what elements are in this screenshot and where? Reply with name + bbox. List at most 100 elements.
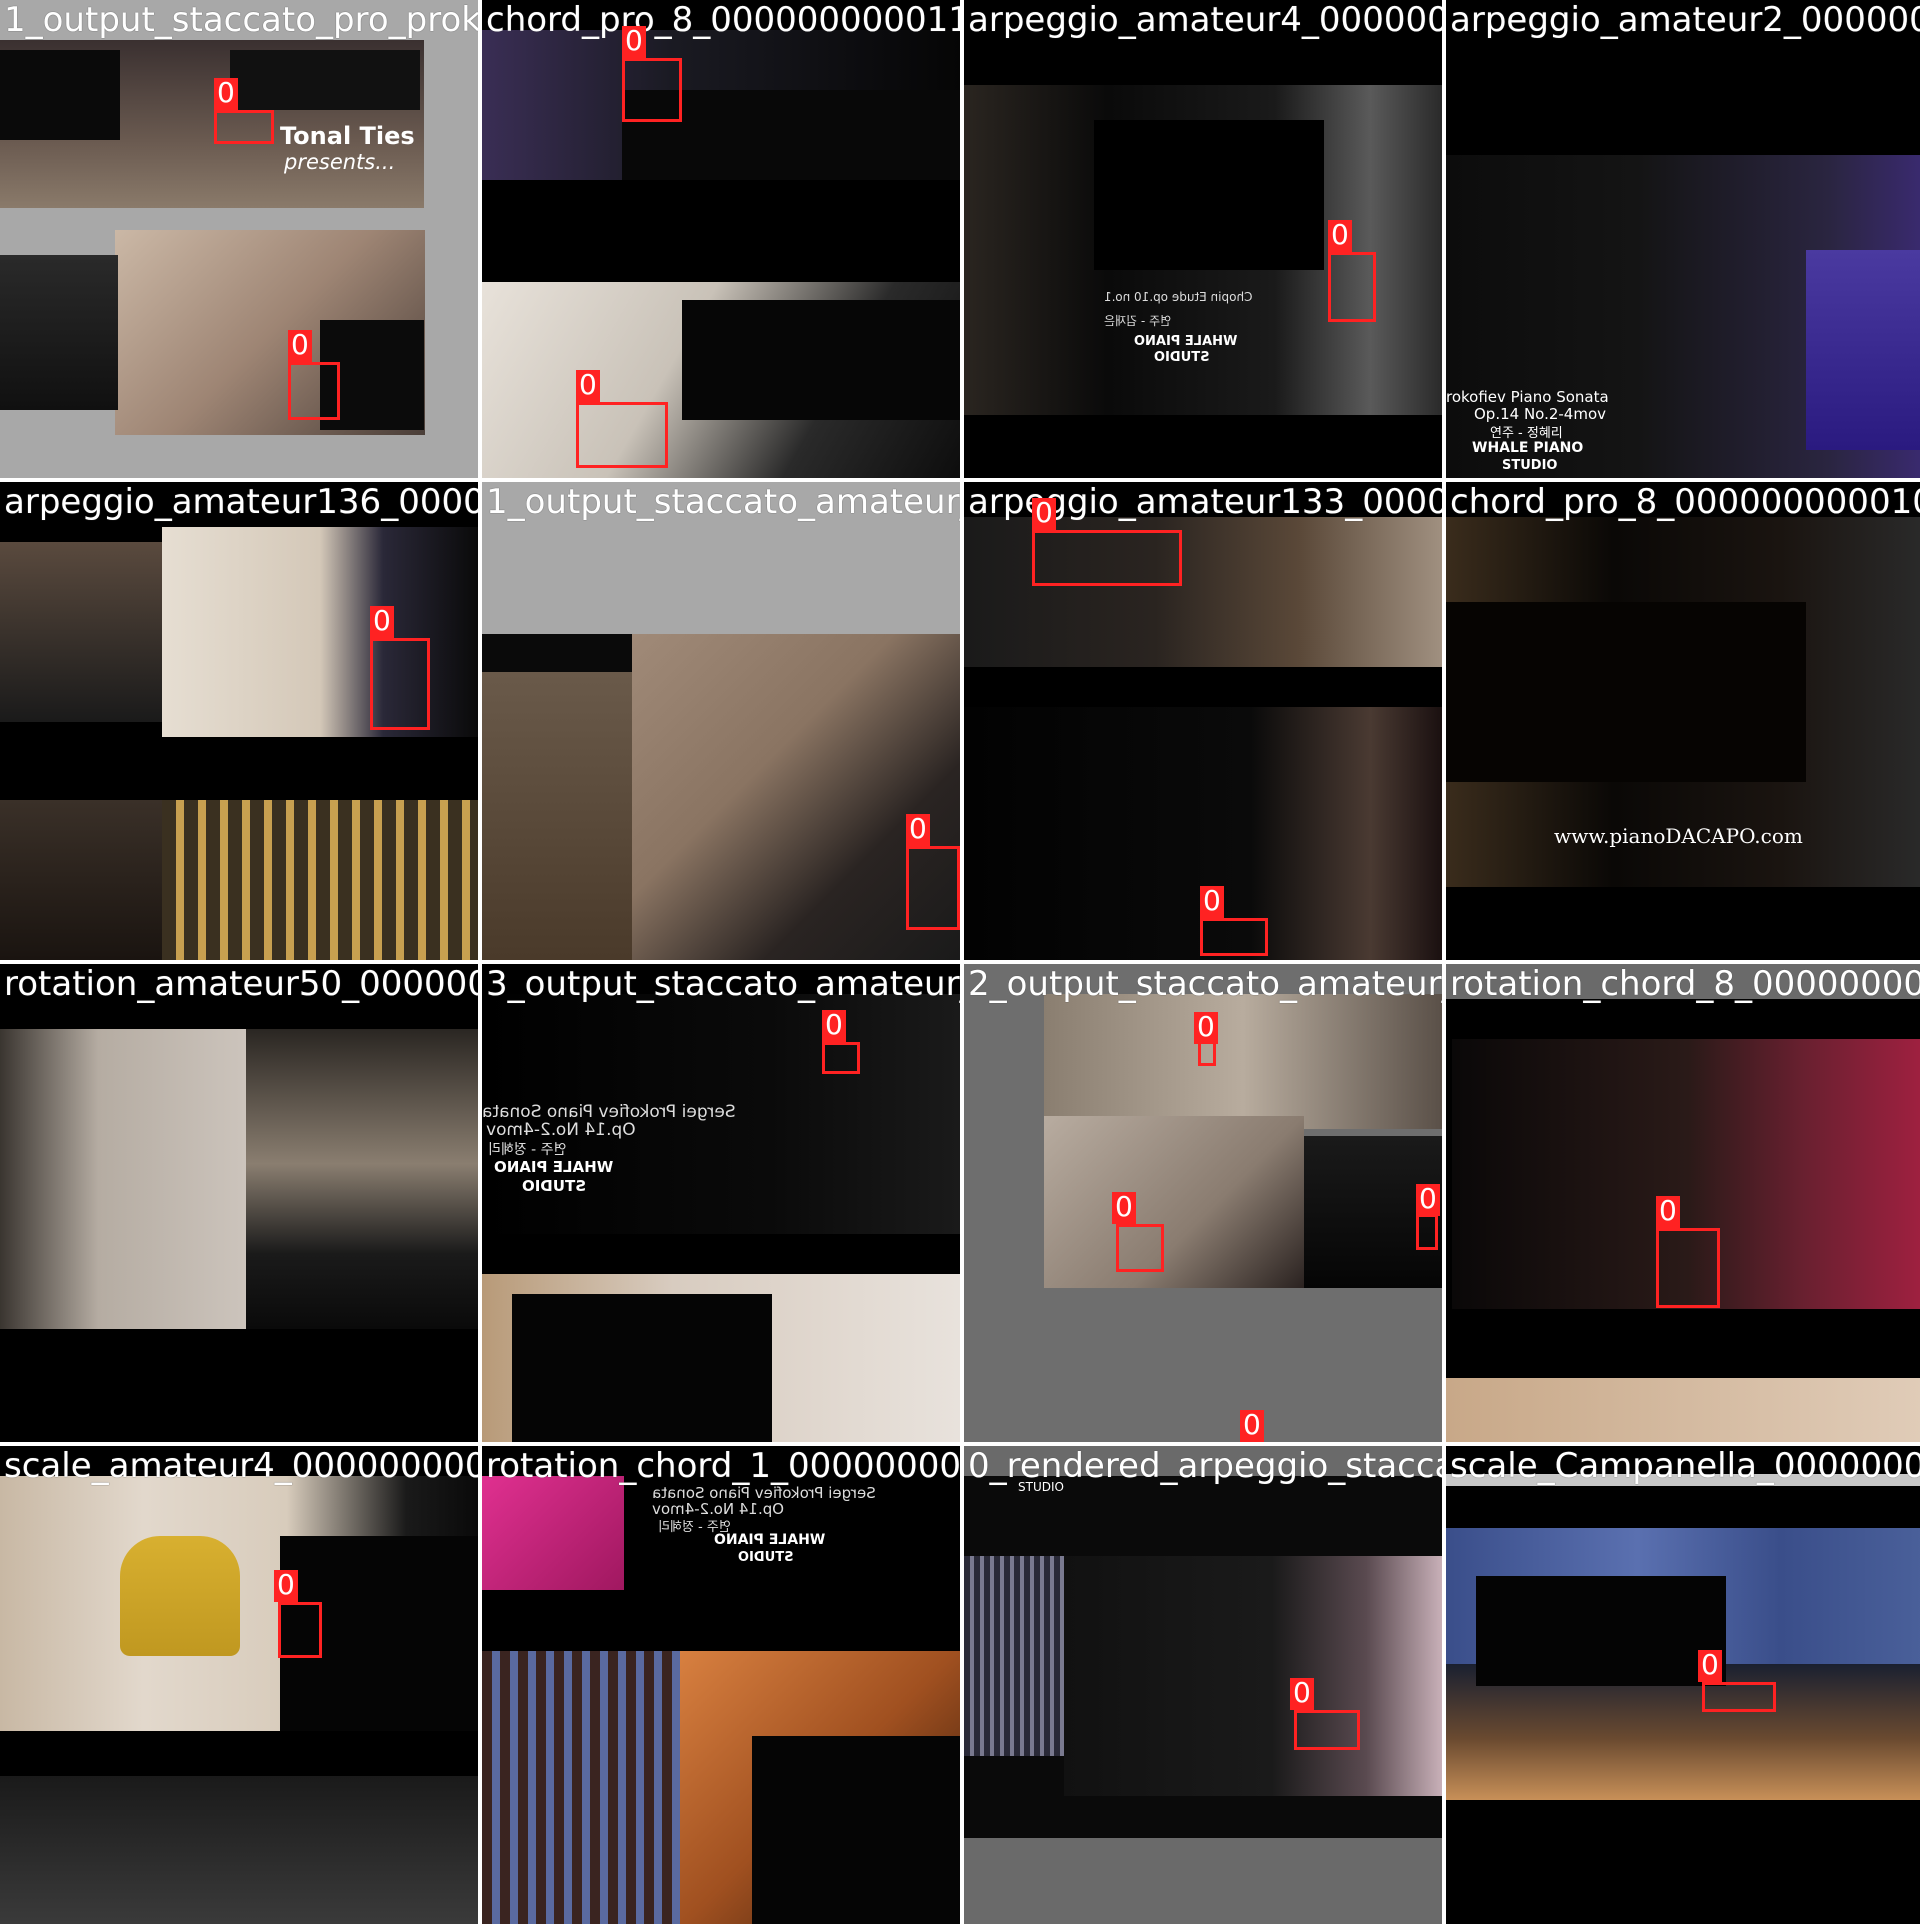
piano-shape — [230, 50, 420, 110]
detection-class-tag: 0 — [1240, 1410, 1264, 1442]
mosaic-tile: rokofiev Piano Sonata Op.14 No.2-4mov 연주… — [1446, 0, 1920, 478]
mosaic-tile: 0 scale_Campanella_000000000004 — [1446, 1446, 1920, 1924]
detection-box — [370, 638, 430, 730]
caption-overlay: WHALE PIANO — [714, 1532, 826, 1548]
mosaic-tile: Sergei Prokofiev Piano Sonata Op.14 No.2… — [482, 964, 960, 1442]
caption-overlay: WHALE PIANO — [1472, 440, 1584, 456]
mosaic-tile: 0 1_output_staccato_amateur_chord_pro_..… — [482, 482, 960, 960]
mosaic-tile: rotation_amateur50_000000000015_rendered… — [0, 964, 478, 1442]
detection-box — [1200, 918, 1268, 956]
mosaic-tile: 0 arpeggio_amateur136_000000000001_stacc… — [0, 482, 478, 960]
detection-box — [822, 1042, 860, 1074]
piano-shape — [1446, 602, 1806, 782]
caption-overlay: rokofiev Piano Sonata — [1446, 388, 1609, 406]
scene-photo — [162, 527, 478, 737]
caption-overlay: Sergei Prokofiev Piano Sonata — [482, 1102, 736, 1122]
detection-box — [1116, 1224, 1164, 1272]
tile-filename-label: rotation_chord_1_000000000001_rendered_o… — [486, 1446, 960, 1486]
mosaic-tile: 0 scale_amateur4_000000000018_rotation_c… — [0, 1446, 478, 1924]
caption-overlay: STUDIO — [522, 1177, 586, 1195]
tile-filename-label: scale_amateur4_000000000018_rotation_cho… — [4, 1446, 478, 1486]
detection-class-tag: 0 — [1200, 886, 1224, 918]
mosaic-tile: 0 rotation_chord_8_0000000000... — [1446, 964, 1920, 1442]
scene-photo — [162, 800, 478, 960]
detection-class-tag: 0 — [1416, 1184, 1440, 1216]
detection-class-tag: 0 — [1656, 1196, 1680, 1228]
detection-class-tag: 0 — [1290, 1678, 1314, 1710]
scene-photo — [0, 800, 162, 960]
caption-overlay: 연주 - 정혜리 — [488, 1142, 567, 1158]
caption-overlay: Op.14 No.2-4mov — [486, 1120, 636, 1140]
mosaic-tile: 0 0 chord_pro_8_000000000011_arpeggio_am… — [482, 0, 960, 478]
tile-filename-label: scale_Campanella_000000000004 — [1450, 1446, 1920, 1486]
scene-photo — [120, 1536, 240, 1656]
tile-filename-label: 2_output_staccato_amateur_rotation_chord… — [968, 964, 1442, 1004]
piano-shape — [512, 1294, 772, 1442]
tile-filename-label: arpeggio_amateur2_000000... — [1450, 0, 1920, 40]
scene-photo — [0, 255, 118, 410]
detection-class-tag: 0 — [1194, 1012, 1218, 1044]
piano-shape — [1094, 120, 1324, 270]
detection-class-tag: 0 — [1032, 498, 1056, 530]
detection-class-tag: 0 — [576, 370, 600, 402]
mosaic-tile: www.pianoDACAPO.com chord_pro_8_00000000… — [1446, 482, 1920, 960]
mosaic-tile: Tonal Ties presents... 0 0 1_output_stac… — [0, 0, 478, 478]
detection-box — [278, 1602, 322, 1658]
caption-overlay: Tonal Ties — [280, 122, 415, 150]
piano-shape — [0, 50, 120, 140]
detection-box — [906, 846, 960, 930]
caption-overlay: www.pianoDACAPO.com — [1554, 824, 1803, 848]
detection-box — [214, 110, 274, 144]
scene-photo — [1044, 1116, 1304, 1288]
tile-filename-label: 1_output_staccato_amateur_chord_pro_... — [486, 482, 960, 522]
caption-overlay: Chopin Etude op.10 no.1 — [1104, 290, 1253, 304]
caption-overlay: Op.14 No.2-4mov — [1474, 405, 1607, 423]
detection-box — [1032, 530, 1182, 586]
detection-class-tag: 0 — [622, 26, 646, 58]
scene-photo — [1446, 1378, 1920, 1442]
detection-class-tag: 0 — [906, 814, 930, 846]
detection-box — [1702, 1682, 1776, 1712]
scene-photo — [1044, 994, 1442, 1129]
detection-box — [1328, 252, 1376, 322]
caption-overlay: presents... — [284, 150, 396, 174]
piano-shape — [682, 300, 960, 420]
scene-photo — [0, 1029, 246, 1329]
detection-box — [288, 362, 340, 420]
detection-class-tag: 0 — [288, 330, 312, 362]
detection-box — [576, 402, 668, 468]
detection-class-tag: 0 — [1328, 220, 1352, 252]
detection-class-tag: 0 — [1112, 1192, 1136, 1224]
scene-photo — [1806, 250, 1920, 450]
mosaic-tile: 0 0 0 0 2_output_staccato_amateur_rotati… — [964, 964, 1442, 1442]
detection-box — [1656, 1228, 1720, 1308]
tile-filename-label: rotation_chord_8_0000000000... — [1450, 964, 1920, 1004]
detection-box — [622, 58, 682, 122]
scene-photo — [246, 1029, 478, 1329]
scene-photo — [0, 1776, 478, 1924]
mosaic-tile: Chopin Etude op.10 no.1 연주 - 김재은 WHALE P… — [964, 0, 1442, 478]
tile-filename-label: chord_pro_8_000000000010_... — [1450, 482, 1920, 522]
tile-filename-label: 3_output_staccato_amateur_2_output_stacc… — [486, 964, 960, 1004]
caption-overlay: STUDIO — [738, 1550, 794, 1565]
mosaic-tile: Sergei Prokofiev Piano Sonata Op.14 No.2… — [482, 1446, 960, 1924]
scene-photo — [482, 672, 632, 960]
caption-overlay: 연주 - 정혜리 — [1490, 426, 1563, 441]
piano-shape — [1476, 1576, 1726, 1686]
scene-photo — [482, 1476, 624, 1590]
tile-filename-label: 0_rendered_arpeggio_staccato_pro_liszt_.… — [968, 1446, 1442, 1486]
scene-photo — [0, 542, 162, 722]
detection-class-tag: 0 — [1698, 1650, 1722, 1682]
tile-filename-label: 1_output_staccato_pro_prokofiev_pi... — [4, 0, 478, 40]
mosaic-tile: STUDIO 0 0_rendered_arpeggio_staccato_pr… — [964, 1446, 1442, 1924]
detection-class-tag: 0 — [822, 1010, 846, 1042]
caption-overlay: 연주 - 김재은 — [1104, 314, 1172, 328]
mosaic-tile: 0 0 arpeggio_amateur133_000000000018_8_r… — [964, 482, 1442, 960]
detection-class-tag: 0 — [214, 78, 238, 110]
piano-shape — [752, 1736, 960, 1924]
tile-filename-label: arpeggio_amateur136_000000000001_staccat… — [4, 482, 478, 522]
scene-photo — [1064, 1556, 1442, 1796]
tile-filename-label: chord_pro_8_000000000011_arpeggio_amateu… — [486, 0, 960, 40]
caption-overlay: STUDIO — [1154, 350, 1210, 365]
scene-photo — [482, 1651, 680, 1924]
